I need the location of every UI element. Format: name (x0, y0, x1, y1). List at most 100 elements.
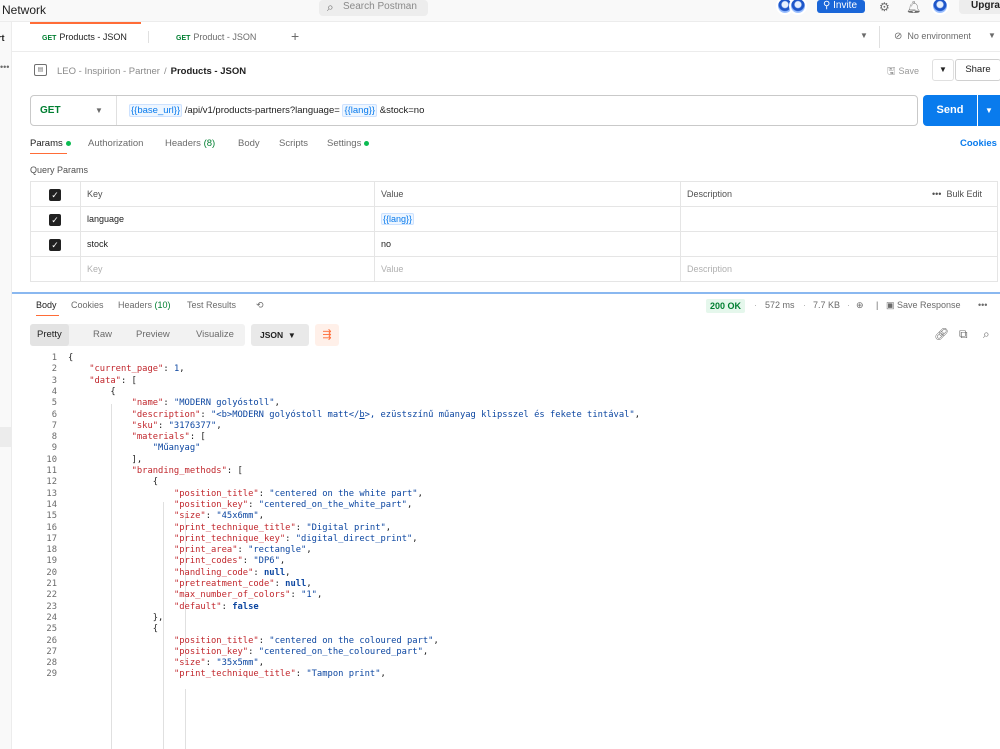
cookies-link[interactable]: Cookies (960, 138, 997, 149)
code-text: "default": false (173, 601, 259, 612)
url-variable[interactable]: {{lang}} (342, 104, 378, 117)
param-value[interactable]: {{lang}} (375, 207, 681, 232)
tab-products-json[interactable]: GET Products - JSON (30, 22, 141, 52)
param-value-input[interactable]: Value (375, 257, 681, 282)
tab-params[interactable]: Params (30, 138, 71, 149)
status-badge[interactable]: 200 OK (706, 299, 746, 313)
param-checkbox[interactable]: ✓ (31, 207, 81, 232)
code-line: 19 "print_codes": "DP6", (12, 556, 1000, 567)
copy-icon[interactable]: ⧉ (959, 327, 968, 342)
breadcrumb-collection[interactable]: LEO - Inspirion - Partner (57, 66, 160, 77)
tab-divider (148, 31, 149, 43)
line-number: 25 (46, 624, 57, 635)
code-line: 2 "current_page": 1, (12, 364, 1000, 375)
param-key-input[interactable]: Key (81, 257, 375, 282)
tab-authorization[interactable]: Authorization (88, 138, 143, 149)
rail-selected-item[interactable] (0, 427, 12, 447)
breadcrumb-request[interactable]: Products - JSON (171, 66, 247, 77)
tab-response-cookies[interactable]: Cookies (71, 300, 104, 310)
code-text: { (68, 624, 159, 635)
param-key[interactable]: stock (81, 232, 375, 257)
param-description[interactable] (681, 232, 926, 257)
code-text: "sku": "3176377", (131, 420, 222, 431)
environment-selector[interactable]: ⊘ No environment (894, 31, 971, 42)
search-input[interactable]: ⌕ Search Postman (319, 0, 428, 16)
save-button[interactable]: 🖫︎ Save (887, 64, 919, 81)
response-size[interactable]: 7.7 KB (813, 300, 840, 310)
link-icon[interactable]: 🔗︎ (934, 327, 949, 341)
chevron-down-icon[interactable]: ▼ (860, 31, 868, 40)
upgrade-button[interactable]: Upgrad (959, 0, 1000, 14)
select-all-checkbox[interactable]: ✓ (31, 182, 81, 207)
url-variable[interactable]: {{base_url}} (129, 104, 183, 117)
search-icon[interactable]: ⌕ (983, 327, 990, 342)
invite-button[interactable]: ⚲ Invite (817, 0, 865, 13)
format-selector[interactable]: JSON ▼ (251, 324, 309, 346)
code-text: "data": [ (89, 375, 137, 386)
environment-label: No environment (907, 31, 971, 41)
tab-product-json[interactable]: GET Product - JSON (176, 22, 256, 52)
url-query: &stock=no (377, 105, 425, 116)
view-preview[interactable]: Preview (136, 324, 170, 346)
tab-settings[interactable]: Settings (327, 138, 370, 149)
no-environment-icon: ⊘ (894, 31, 903, 42)
tab-test-results[interactable]: Test Results (187, 300, 236, 310)
response-body-editor[interactable]: 1{2 "current_page": 1, 3 "data": [4 {5 "n… (12, 350, 1000, 749)
status-dot (65, 140, 71, 146)
param-value[interactable]: no (375, 232, 681, 257)
avatar (789, 0, 807, 15)
line-number: 13 (46, 488, 57, 499)
workspace-name[interactable]: l Network (0, 3, 46, 17)
query-params-table: ✓ Key Value Description ••• Bulk Edit ✓ … (30, 181, 998, 282)
response-time[interactable]: 572 ms (765, 300, 795, 310)
breadcrumb-bar: ▤ LEO - Inspirion - Partner / Products - J… (12, 53, 1000, 89)
view-visualize[interactable]: Visualize (196, 324, 234, 346)
save-options-button[interactable]: ▼ (932, 59, 954, 81)
meta-separator: · (754, 300, 757, 310)
param-checkbox[interactable]: ✓ (31, 232, 81, 257)
line-number: 1 (51, 353, 57, 363)
line-number: 27 (46, 646, 57, 657)
pane-divider[interactable] (12, 292, 1000, 294)
user-avatar[interactable] (931, 0, 949, 15)
view-raw[interactable]: Raw (93, 324, 112, 346)
code-text: "print_area": "rectangle", (173, 545, 312, 556)
history-icon[interactable]: ⟲ (256, 300, 264, 311)
method-selector[interactable]: GET ▼ (31, 96, 117, 125)
bell-icon[interactable]: 🔔︎ (906, 0, 921, 14)
more-icon[interactable]: ••• (978, 300, 987, 310)
tab-response-headers[interactable]: Headers (10) (118, 300, 171, 310)
network-icon[interactable]: ⊕ (856, 300, 864, 311)
tab-response-body[interactable]: Body (36, 300, 57, 310)
line-number: 2 (51, 364, 57, 375)
tab-scripts[interactable]: Scripts (279, 138, 308, 149)
url-bar: GET ▼ {{base_url}} /api/v1/products-part… (30, 95, 918, 126)
new-tab-icon[interactable]: + (291, 28, 299, 44)
chevron-down-icon: ▼ (95, 106, 103, 115)
rail-label[interactable]: rt (0, 33, 5, 43)
param-description[interactable] (681, 207, 926, 232)
view-mode-selector: Pretty Raw Preview Visualize (30, 324, 245, 346)
tab-headers[interactable]: Headers (8) (165, 138, 215, 149)
send-options-button[interactable]: ▼ (978, 95, 1000, 126)
code-line: 4 { (12, 387, 1000, 398)
bulk-edit-button[interactable]: ••• Bulk Edit (926, 182, 997, 207)
wrap-lines-icon[interactable]: ⇶ (315, 324, 339, 346)
chevron-down-icon[interactable]: ▼ (988, 31, 996, 40)
team-avatars[interactable] (776, 0, 812, 15)
tab-body[interactable]: Body (238, 138, 260, 149)
param-key[interactable]: language (81, 207, 375, 232)
more-icon[interactable]: ••• (0, 62, 9, 72)
param-description-input[interactable]: Description (681, 257, 926, 282)
divider: | (876, 300, 879, 310)
url-input[interactable]: {{base_url}} /api/v1/products-partners?l… (129, 104, 425, 117)
breadcrumb-separator: / (163, 66, 167, 77)
gear-icon[interactable]: ⚙ (879, 0, 890, 14)
send-button[interactable]: Send (923, 95, 977, 126)
save-response-button[interactable]: ▣ Save Response (886, 300, 961, 311)
response-headers-count: (10) (154, 300, 171, 310)
code-line: 12 { (12, 477, 1000, 488)
share-button[interactable]: Share (955, 59, 1000, 81)
line-number: 24 (46, 612, 57, 623)
view-pretty[interactable]: Pretty (30, 324, 69, 346)
